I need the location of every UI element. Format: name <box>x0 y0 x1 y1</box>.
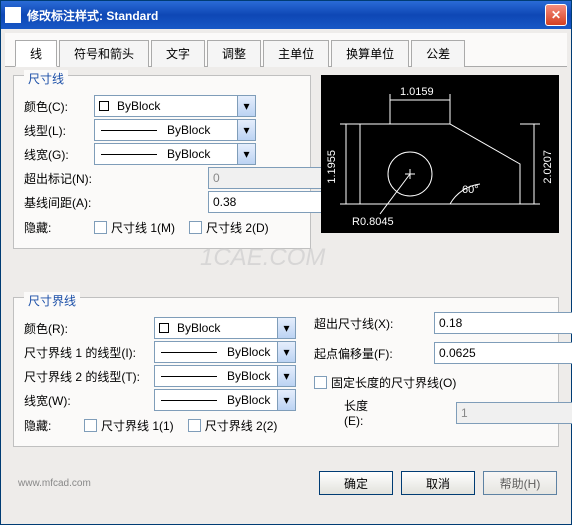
chevron-down-icon: ▾ <box>237 96 255 116</box>
hide-extline2-checkbox[interactable]: 尺寸界线 2(2) <box>188 417 278 434</box>
ext-color-label: 颜色(R): <box>24 320 154 337</box>
dim-lines-legend: 尺寸线 <box>24 70 68 87</box>
footer: www.mfcad.com 确定 取消 帮助(H) <box>1 463 571 503</box>
titlebar: 修改标注样式: Standard ✕ <box>1 1 571 29</box>
color-swatch-icon <box>159 323 169 333</box>
line-sample-icon <box>161 400 217 401</box>
offset-spinner[interactable]: ▲▼ <box>434 342 526 364</box>
hide-dimline2-checkbox[interactable]: 尺寸线 2(D) <box>189 219 269 236</box>
baseline-spinner[interactable]: ▲▼ <box>208 191 300 213</box>
ext-lt2-label: 尺寸界线 2 的线型(T): <box>24 368 154 385</box>
linetype-combo[interactable]: ByBlock ▾ <box>94 119 256 141</box>
lineweight-combo[interactable]: ByBlock ▾ <box>94 143 256 165</box>
line-sample-icon <box>101 130 157 131</box>
color-value: ByBlock <box>113 99 237 113</box>
line-sample-icon <box>161 352 217 353</box>
preview-radius: R0.8045 <box>352 216 394 228</box>
help-button[interactable]: 帮助(H) <box>483 471 557 495</box>
linetype-label: 线型(L): <box>24 122 94 139</box>
length-label: 长度(E): <box>314 397 374 428</box>
chevron-down-icon: ▾ <box>277 390 295 410</box>
baseline-label: 基线间距(A): <box>24 194 134 211</box>
extend-spinner: ▲▼ <box>208 167 300 189</box>
chevron-down-icon: ▾ <box>237 120 255 140</box>
tab-alternate[interactable]: 换算单位 <box>331 40 409 67</box>
hide-extline1-checkbox[interactable]: 尺寸界线 1(1) <box>84 417 174 434</box>
dialog: 修改标注样式: Standard ✕ 线 符号和箭头 文字 调整 主单位 换算单… <box>0 0 572 525</box>
chevron-down-icon: ▾ <box>277 366 295 386</box>
watermark-site: www.mfcad.com <box>18 478 91 489</box>
close-icon: ✕ <box>551 8 561 22</box>
tab-content: 尺寸线 颜色(C): ByBlock ▾ 线型(L): <box>1 67 571 463</box>
line-sample-icon <box>161 376 217 377</box>
linetype-value: ByBlock <box>163 123 237 137</box>
tab-text[interactable]: 文字 <box>151 40 205 67</box>
chevron-down-icon: ▾ <box>277 342 295 362</box>
ext-color-combo[interactable]: ByBlock ▾ <box>154 317 296 339</box>
ext-lines-legend: 尺寸界线 <box>24 292 80 309</box>
preview-dim1: 1.0159 <box>400 86 434 98</box>
close-button[interactable]: ✕ <box>545 4 567 26</box>
tab-lines[interactable]: 线 <box>15 40 57 67</box>
tab-symbols[interactable]: 符号和箭头 <box>59 40 149 67</box>
tab-tolerance[interactable]: 公差 <box>411 40 465 67</box>
line-sample-icon <box>101 154 157 155</box>
chevron-down-icon: ▾ <box>237 144 255 164</box>
preview-angle: 60° <box>462 184 479 196</box>
ext-lt2-combo[interactable]: ByBlock ▾ <box>154 365 296 387</box>
preview-pane: 1.0159 1.1955 2.0207 60° R0.8045 <box>321 75 559 233</box>
preview-dim3: 2.0207 <box>542 150 554 184</box>
hide-label: 隐藏: <box>24 219 94 236</box>
dimension-lines-group: 尺寸线 颜色(C): ByBlock ▾ 线型(L): <box>13 75 311 249</box>
length-input <box>456 402 572 424</box>
fixed-length-checkbox[interactable]: 固定长度的尺寸界线(O) <box>314 374 456 391</box>
offset-input[interactable] <box>434 342 572 364</box>
color-label: 颜色(C): <box>24 98 94 115</box>
beyond-input[interactable] <box>434 312 572 334</box>
ext-lt1-combo[interactable]: ByBlock ▾ <box>154 341 296 363</box>
cancel-button[interactable]: 取消 <box>401 471 475 495</box>
tab-primary[interactable]: 主单位 <box>263 40 329 67</box>
color-combo[interactable]: ByBlock ▾ <box>94 95 256 117</box>
preview-drawing <box>322 76 560 234</box>
extension-lines-group: 尺寸界线 颜色(R): ByBlock ▾ 尺寸界线 1 的线型(I): <box>13 297 559 447</box>
dialog-title: 修改标注样式: Standard <box>27 7 545 24</box>
ext-lt1-label: 尺寸界线 1 的线型(I): <box>24 344 154 361</box>
hide-dimline1-checkbox[interactable]: 尺寸线 1(M) <box>94 219 175 236</box>
offset-label: 起点偏移量(F): <box>314 345 434 362</box>
tab-fit[interactable]: 调整 <box>207 40 261 67</box>
lineweight-label: 线宽(G): <box>24 146 94 163</box>
ext-hide-label: 隐藏: <box>24 417 84 434</box>
lineweight-value: ByBlock <box>163 147 237 161</box>
app-icon <box>5 7 21 23</box>
chevron-down-icon: ▾ <box>277 318 295 338</box>
ext-lw-label: 线宽(W): <box>24 392 154 409</box>
extend-label: 超出标记(N): <box>24 170 134 187</box>
beyond-label: 超出尺寸线(X): <box>314 315 434 332</box>
beyond-spinner[interactable]: ▲▼ <box>434 312 526 334</box>
ext-lw-combo[interactable]: ByBlock ▾ <box>154 389 296 411</box>
length-spinner: ▲▼ <box>456 402 548 424</box>
color-swatch-icon <box>99 101 109 111</box>
tab-strip: 线 符号和箭头 文字 调整 主单位 换算单位 公差 <box>5 33 567 67</box>
ok-button[interactable]: 确定 <box>319 471 393 495</box>
preview-dim2: 1.1955 <box>326 150 338 184</box>
